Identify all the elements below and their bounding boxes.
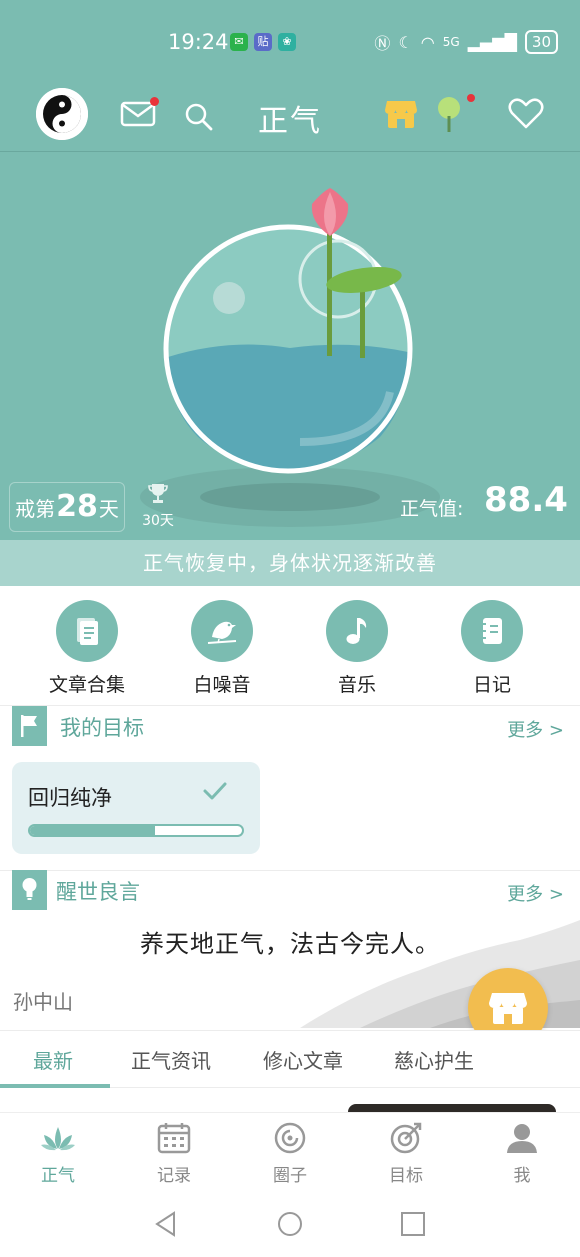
article-list-peek [0,1088,580,1112]
article-tabs: 最新 正气资讯 修心文章 慈心护生 [0,1030,580,1088]
quick-white-noise[interactable]: 白噪音 [162,600,282,697]
status-right: Ⓝ ☾ ◠ 5G ▂▄▆█ 30 [374,30,558,54]
music-note-icon [346,618,367,644]
status-bar: 19:24 ✉ 贴 ❀ Ⓝ ☾ ◠ 5G ▂▄▆█ 30 [0,0,580,86]
lightbulb-icon [12,870,47,910]
user-icon [507,1124,537,1153]
tree-badge [467,94,475,102]
nav-records[interactable]: 记录 [116,1121,232,1186]
check-icon [203,782,227,800]
network-label: 5G [442,35,460,49]
trophy-icon [148,484,168,503]
bird-icon [207,621,237,644]
quotes-more-link[interactable]: 更多 > [507,880,564,906]
nav-goals-label: 目标 [389,1166,423,1186]
battery-indicator: 30 [524,30,558,54]
moon-icon: ☾ [398,32,413,52]
app-header: 正气 [0,86,580,152]
nav-goals[interactable]: 目标 [348,1121,464,1186]
quote-author: 孙中山 [13,990,73,1014]
quotes-title: 醒世良言 [56,880,140,904]
goal-progress-bar [28,824,244,837]
target-icon [390,1122,422,1154]
quick-music[interactable]: 音乐 [297,600,417,697]
tab-latest[interactable]: 最新 [33,1045,73,1074]
status-time: 19:24 [168,30,229,54]
page-title: 正气 [258,104,322,139]
zhengqi-label: 正气值: [400,498,464,520]
system-navigation-bar [0,1194,580,1257]
recovery-status-text: 正气恢复中，身体状况逐渐改善 [0,540,580,586]
streak-days: 28 [56,489,98,524]
hero-panel: 戒第 28 天 30天 正气值: 88.4 [0,152,580,540]
goals-section-header: 我的目标 更多 > [0,706,580,746]
nav-me-label: 我 [513,1166,531,1186]
goals-more-link[interactable]: 更多 > [507,716,564,742]
nfc-icon: Ⓝ [374,34,391,53]
store-icon [489,993,527,1024]
flag-icon [12,706,47,746]
back-icon[interactable] [152,1210,180,1238]
document-icon [77,618,98,645]
quick-diary-label: 日记 [472,674,511,696]
bottom-navigation: 正气 记录 圈子 目标 我 [0,1112,580,1194]
zhengqi-value: 88.4 [484,480,568,520]
quick-articles[interactable]: 文章合集 [27,600,147,697]
nav-zhengqi-label: 正气 [41,1166,75,1186]
quotes-section-header: 醒世良言 更多 > [0,870,580,910]
tree-icon[interactable] [436,96,462,134]
lotus-icon [41,1127,75,1151]
tab-articles[interactable]: 修心文章 [263,1045,343,1074]
trophy-badge[interactable]: 30天 [140,482,176,530]
nav-circle-label: 圈子 [273,1166,307,1186]
trophy-label: 30天 [142,513,174,529]
nav-circle[interactable]: 圈子 [232,1121,348,1186]
tab-compassion[interactable]: 慈心护生 [394,1045,474,1074]
nav-records-label: 记录 [157,1166,191,1186]
nav-zhengqi[interactable]: 正气 [0,1121,116,1186]
signal-icon: ▂▄▆█ [467,32,517,52]
quick-diary[interactable]: 日记 [432,600,552,697]
quick-white-noise-label: 白噪音 [193,674,251,696]
recents-icon[interactable] [399,1210,427,1238]
quick-articles-label: 文章合集 [48,674,125,696]
wifi-icon: ◠ [420,32,435,52]
goal-progress-fill [30,826,156,835]
quick-actions: 文章合集 白噪音 音乐 日记 [0,586,580,706]
lotus-app-icon: ❀ [278,33,296,51]
circle-icon [274,1122,306,1154]
goal-name: 回归纯净 [28,786,112,810]
article-thumbnail[interactable] [348,1104,556,1112]
status-app-icons: ✉ 贴 ❀ [230,33,296,51]
goal-card[interactable]: 回归纯净 [12,762,260,854]
quick-music-label: 音乐 [337,674,376,696]
wechat-icon: ✉ [230,33,248,51]
tab-news[interactable]: 正气资讯 [131,1045,211,1074]
goals-title: 我的目标 [60,716,144,740]
quote-text: 养天地正气，法古今完人。 [140,930,440,958]
streak-badge: 戒第 28 天 [9,482,125,532]
calendar-icon [157,1123,191,1154]
shop-icon[interactable] [384,98,418,130]
notebook-icon [481,618,502,644]
heart-icon[interactable] [508,98,544,130]
home-icon[interactable] [276,1210,304,1238]
nav-me[interactable]: 我 [464,1121,580,1186]
tieba-icon: 贴 [254,33,272,51]
